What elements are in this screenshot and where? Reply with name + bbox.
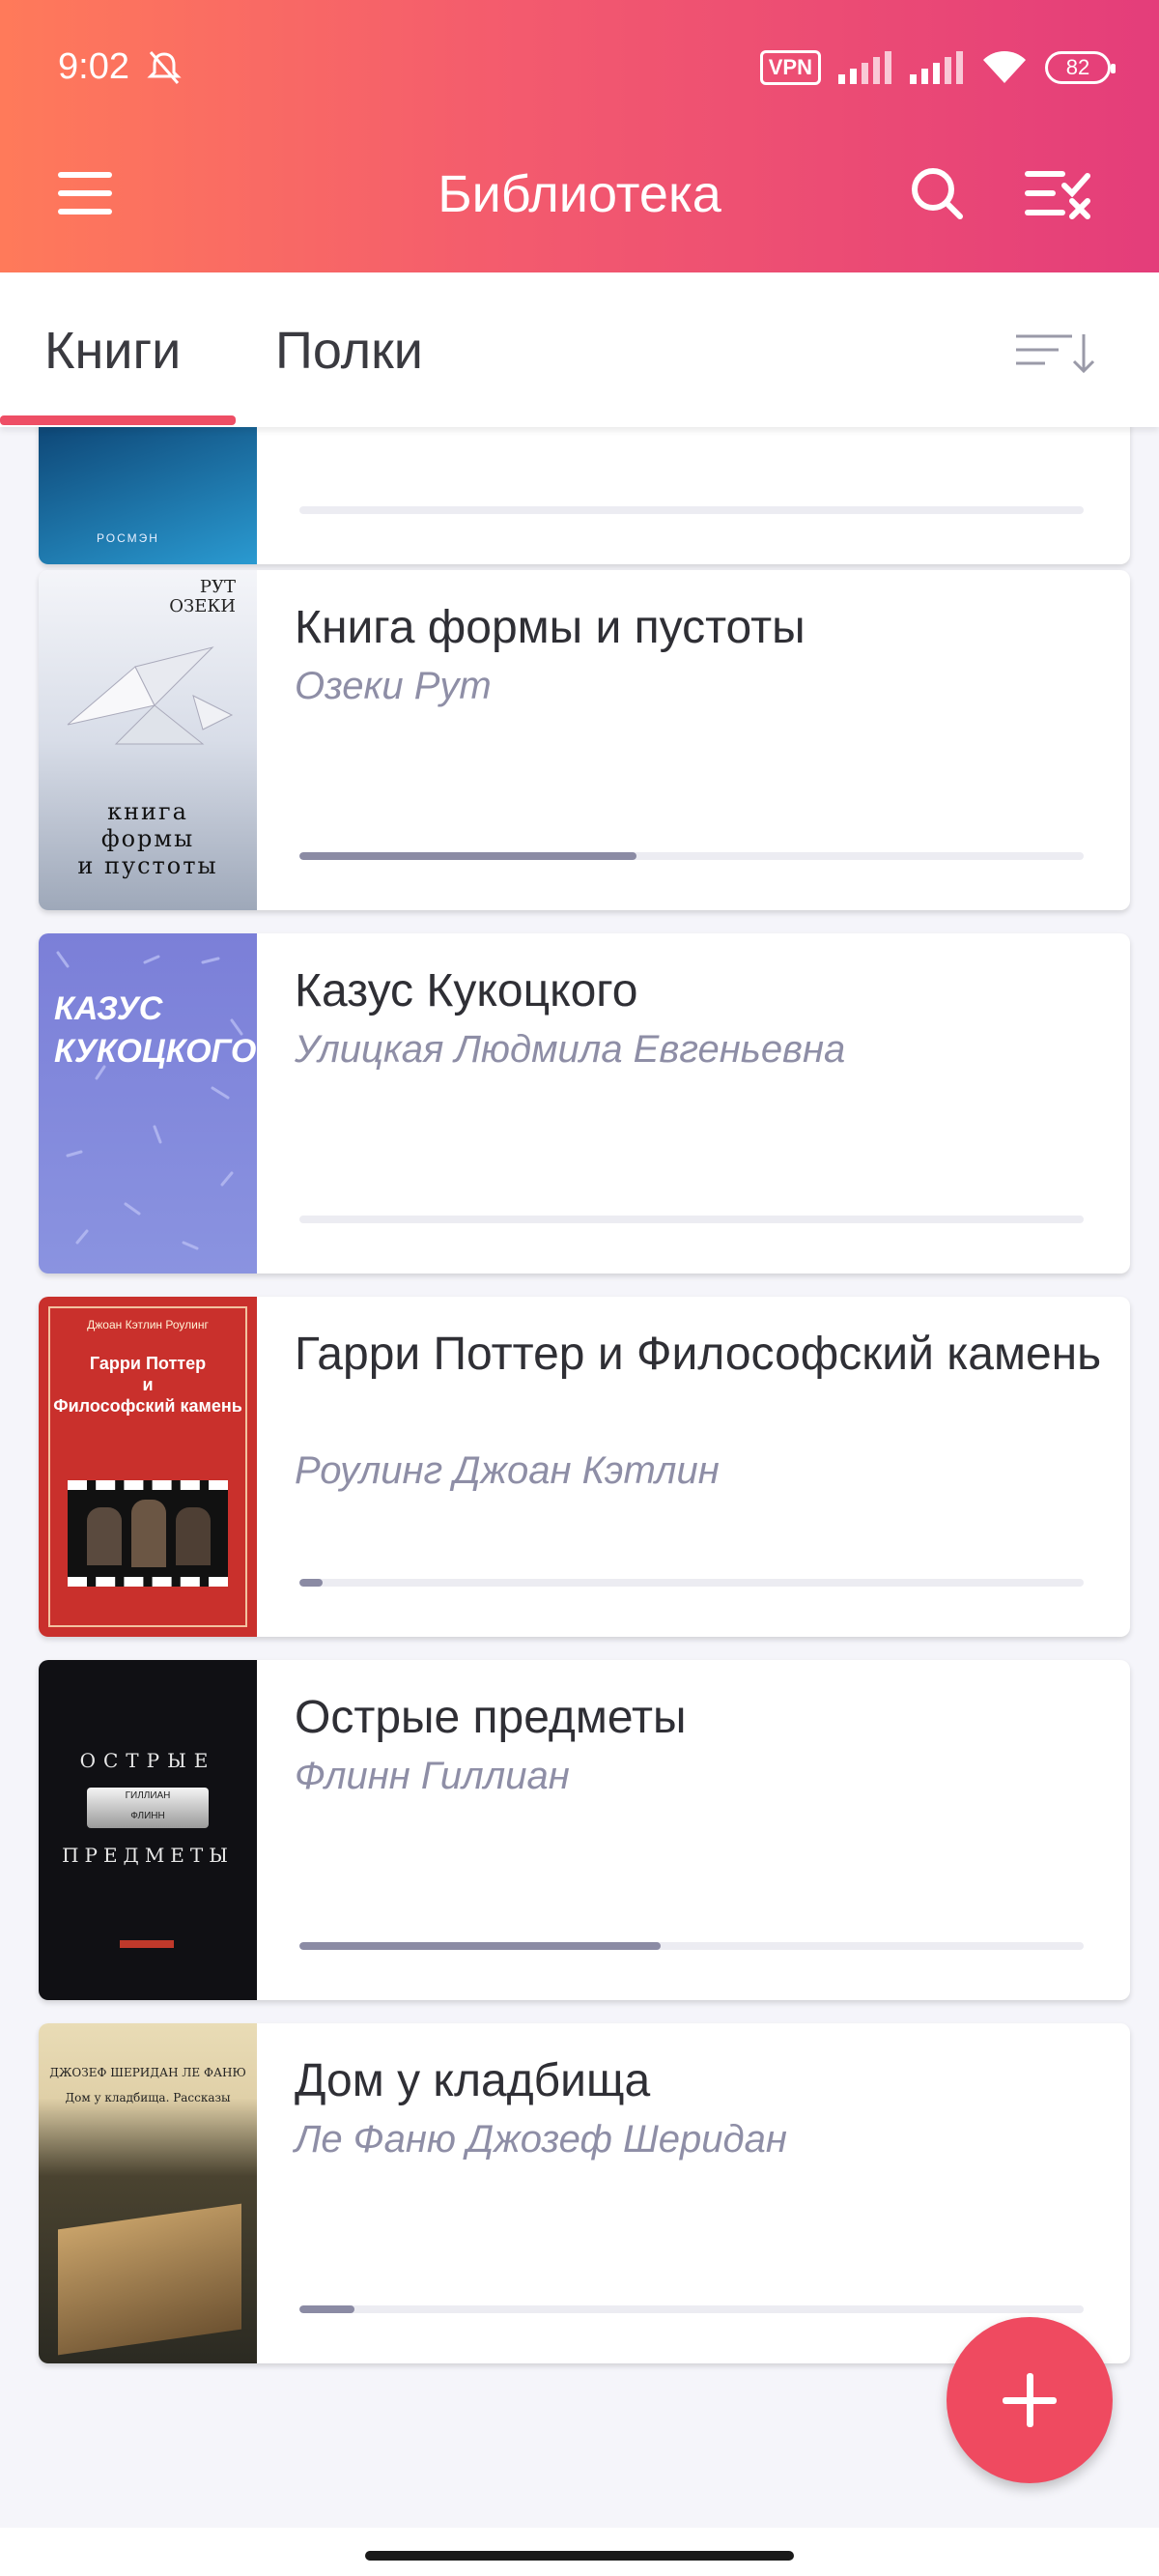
book-title: Острые предметы	[295, 1692, 687, 1743]
book-card[interactable]: ОСТРЫЕ ГИЛЛИАН ФЛИНН ПРЕДМЕТЫ Острые пре…	[39, 1660, 1130, 2000]
cover-title: Дом у кладбища. Рассказы	[65, 2091, 231, 2104]
book-title: Книга формы и пустоты	[295, 602, 806, 653]
system-icons: VPN 82	[759, 50, 1116, 85]
progress-fill	[299, 852, 637, 860]
cover-title-top: ОСТРЫЕ	[79, 1749, 216, 1772]
signal-icon-2	[910, 51, 963, 84]
cover-publisher: РОСМЭН	[97, 531, 159, 545]
cover-title: книга формы и пустоты	[77, 798, 218, 879]
book-author: Ле Фаню Джозеф Шеридан	[295, 2118, 787, 2161]
tab-bar: Книги Полки	[0, 272, 1159, 427]
book-cover: РУТ ОЗЕКИ книга формы и пустоты	[39, 570, 257, 910]
sort-icon[interactable]	[1014, 330, 1097, 375]
book-author: Улицкая Людмила Евгеньевна	[295, 1028, 846, 1071]
tab-shelves[interactable]: Полки	[275, 321, 423, 381]
book-card[interactable]: РУТ ОЗЕКИ книга формы и пустоты Книга формы…	[39, 570, 1130, 910]
cover-title: Гарри Поттер и Философский камень	[53, 1354, 242, 1416]
cover-film-strip	[68, 1480, 228, 1587]
progress-fill	[299, 1942, 661, 1950]
page-title: Библиотека	[438, 165, 721, 223]
tab-indicator	[0, 415, 236, 425]
cover-red-mark	[120, 1940, 174, 1948]
status-time: 9:02	[58, 46, 129, 87]
razor-blade-icon: ГИЛЛИАН ФЛИНН	[87, 1788, 209, 1828]
book-cover: ДЖОЗЕФ ШЕРИДАН ЛЕ ФАНЮ Дом у кладбища. Р…	[39, 2023, 257, 2363]
toolbar: Библиотека	[0, 135, 1159, 272]
cover-author: РУТ ОЗЕКИ	[169, 577, 236, 616]
navigation-bar	[0, 2528, 1159, 2576]
vpn-icon: VPN	[759, 50, 821, 85]
home-gesture-handle[interactable]	[365, 2551, 794, 2561]
reading-progress	[299, 1942, 1084, 1950]
progress-fill	[299, 1579, 324, 1587]
book-author: Флинн Гиллиан	[295, 1755, 570, 1797]
progress-fill	[299, 2305, 354, 2313]
cover-confetti	[56, 951, 243, 1250]
cover-author: ДЖОЗЕФ ШЕРИДАН ЛЕ ФАНЮ	[49, 2066, 246, 2079]
battery-icon: 82	[1045, 51, 1116, 84]
book-card[interactable]: КАЗУС КУКОЦКОГО Казус Кукоцкого Улицкая Л…	[39, 933, 1130, 1274]
book-cover: РОСМЭН	[39, 427, 257, 564]
cover-painting	[58, 2203, 241, 2356]
book-author: Роулинг Джоан Кэтлин	[295, 1449, 720, 1492]
status-bar: 9:02 VPN 82	[0, 0, 1159, 135]
reading-progress	[299, 506, 1084, 514]
book-list: РОСМЭН РУТ ОЗЕКИ книга формы и пустоты Книг…	[0, 427, 1159, 2533]
search-icon[interactable]	[908, 164, 966, 222]
book-title: Гарри Поттер и Философский камень	[295, 1329, 1102, 1380]
book-card[interactable]: ДЖОЗЕФ ШЕРИДАН ЛЕ ФАНЮ Дом у кладбища. Р…	[39, 2023, 1130, 2363]
book-cover: Джоан Кэтлин Роулинг Гарри Поттер и Филосо…	[39, 1297, 257, 1637]
book-cover: ОСТРЫЕ ГИЛЛИАН ФЛИНН ПРЕДМЕТЫ	[39, 1660, 257, 2000]
origami-crane-icon	[67, 646, 234, 745]
cover-author: Джоан Кэтлин Роулинг	[87, 1318, 209, 1331]
cover-title-bottom: ПРЕДМЕТЫ	[62, 1844, 234, 1867]
tab-books[interactable]: Книги	[44, 321, 181, 381]
reading-progress	[299, 852, 1084, 860]
book-card[interactable]: Джоан Кэтлин Роулинг Гарри Поттер и Филосо…	[39, 1297, 1130, 1637]
wifi-icon	[983, 51, 1026, 83]
book-card[interactable]: РОСМЭН	[39, 427, 1130, 564]
muted-bell-icon	[147, 51, 182, 84]
book-title: Дом у кладбища	[295, 2055, 651, 2106]
add-book-button[interactable]	[947, 2317, 1113, 2483]
book-cover: КАЗУС КУКОЦКОГО	[39, 933, 257, 1274]
book-title: Казус Кукоцкого	[295, 965, 638, 1016]
checklist-icon[interactable]	[1024, 164, 1093, 222]
cover-title: КАЗУС КУКОЦКОГО	[54, 990, 257, 1070]
reading-progress	[299, 1579, 1084, 1587]
book-author: Озеки Рут	[295, 665, 492, 707]
signal-icon	[838, 51, 891, 84]
reading-progress	[299, 2305, 1084, 2313]
reading-progress	[299, 1216, 1084, 1223]
app-bar: 9:02 VPN 82 Библиотека	[0, 0, 1159, 272]
